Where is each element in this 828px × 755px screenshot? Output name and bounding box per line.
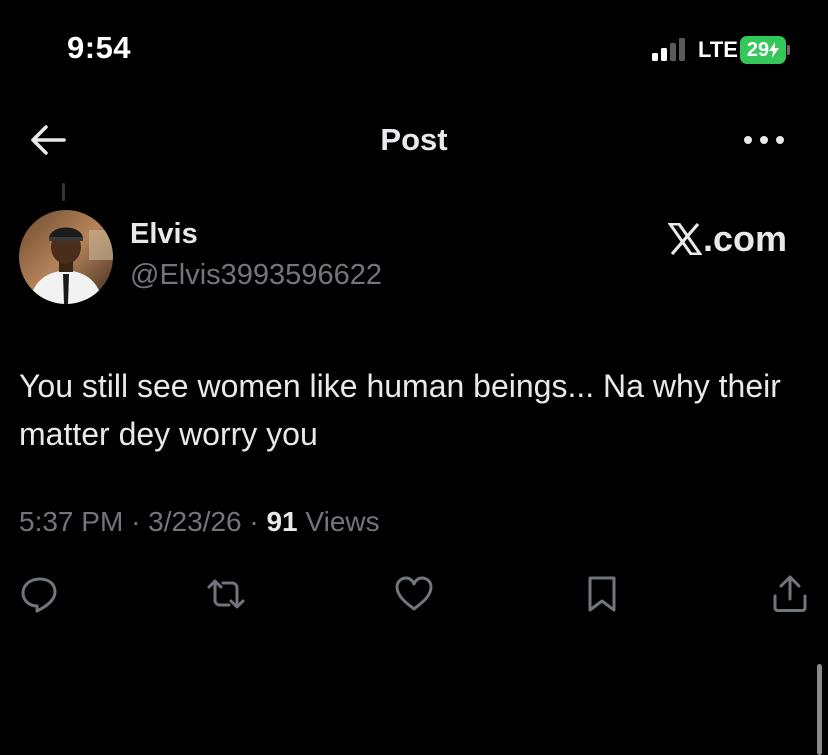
battery-level: 29 [746,39,770,61]
watermark-text: .com [703,218,788,259]
battery-icon: 29 [740,36,790,64]
thread-connector-line [62,183,65,201]
reply-button[interactable] [19,574,59,614]
post-meta: 5:37 PM · 3/23/26 · 91 Views [19,506,380,538]
meta-separator: · [131,506,149,537]
x-watermark: .com [668,218,787,260]
post-text: You still see women like human beings...… [19,368,781,452]
retweet-button[interactable] [206,574,246,614]
meta-separator: · [249,506,267,537]
network-type: LTE [698,37,738,62]
views-count[interactable]: 91 [266,506,297,537]
avatar[interactable] [19,210,113,304]
scrollbar[interactable] [817,664,822,755]
screen: 9:54 LTE 29 Post Elvis @Elvis3993596622 … [0,0,828,755]
post-time: 5:37 PM [19,506,124,537]
more-options-button[interactable] [740,124,788,156]
page-title: Post [380,122,448,157]
cellular-signal-icon [652,38,685,61]
views-label[interactable]: Views [305,506,379,537]
like-button[interactable] [394,574,434,614]
status-time: 9:54 [67,30,132,65]
bookmark-button[interactable] [582,574,622,614]
x-logo-icon [668,223,702,255]
author-name[interactable]: Elvis [130,218,198,251]
author-handle[interactable]: @Elvis3993596622 [130,259,382,292]
post-date: 3/23/26 [148,506,242,537]
retweet-icon [207,579,245,609]
share-button[interactable] [770,574,810,614]
charging-bolt-icon [769,42,780,58]
reply-icon [21,577,57,613]
share-icon [773,575,807,612]
bookmark-icon [588,576,616,612]
more-horizontal-icon [744,136,784,144]
heart-icon [395,576,433,611]
